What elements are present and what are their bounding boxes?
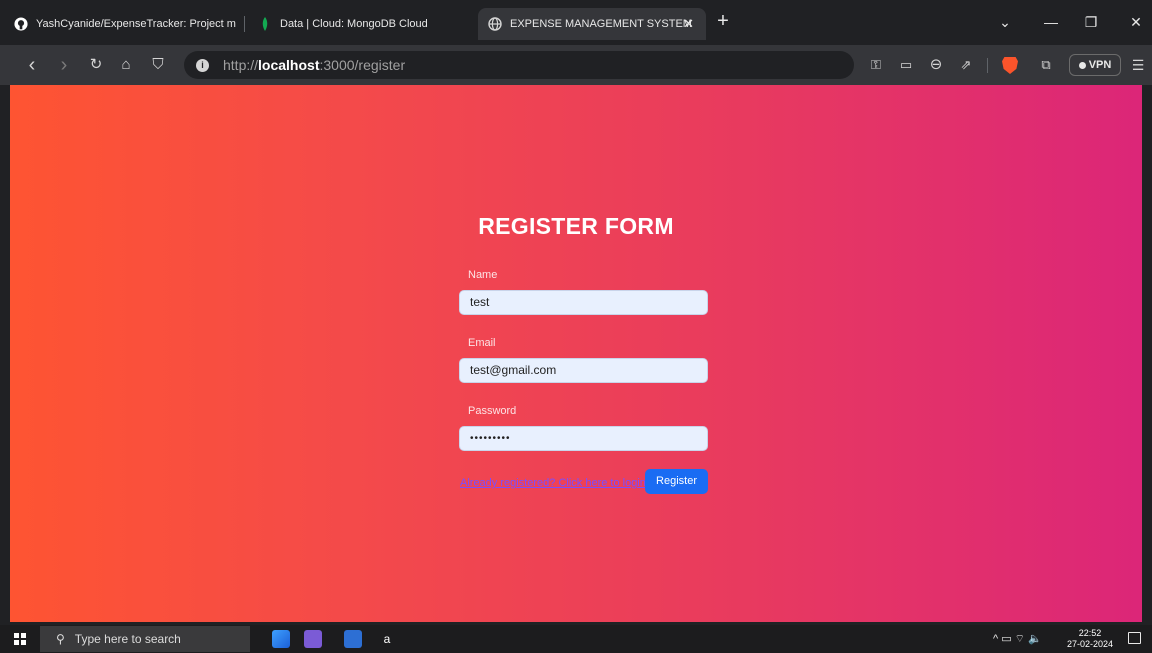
name-label: Name [468, 269, 498, 281]
register-button[interactable]: Register [645, 469, 708, 494]
forward-button[interactable]: › [52, 53, 76, 77]
vpn-button[interactable]: VPN [1069, 54, 1121, 76]
share-icon[interactable]: ⇗ [954, 53, 978, 77]
page-viewport: REGISTER FORM Name test Email test@gmail… [10, 85, 1142, 622]
system-tray-icons[interactable]: ^ ▭ ⌔ 🔈 [993, 632, 1042, 646]
tab-label: YashCyanide/ExpenseTracker: Project m [36, 18, 236, 30]
address-bar[interactable]: i http://localhost:3000/register [184, 51, 854, 79]
name-input[interactable]: test [459, 290, 708, 315]
tab-search-dropdown-icon[interactable]: ⌄ [993, 10, 1017, 34]
email-label: Email [468, 337, 496, 349]
login-link[interactable]: Already registered? Click here to login [460, 477, 646, 489]
globe-icon [488, 17, 502, 31]
system-clock[interactable]: 22:52 27-02-2024 [1067, 628, 1113, 650]
back-button[interactable]: ‹ [20, 53, 44, 77]
tab-label: EXPENSE MANAGEMENT SYSTEM [510, 18, 692, 30]
home-button[interactable]: ⌂ [114, 53, 138, 77]
menu-icon[interactable]: ☰ [1126, 53, 1150, 77]
site-info-icon[interactable]: i [196, 58, 209, 72]
browser-toolbar: ‹ › ↻ ⌂ ⛉ i http://localhost:3000/regist… [0, 45, 1152, 85]
bookmark-button[interactable]: ⛉ [146, 53, 170, 77]
url-text[interactable]: http://localhost:3000/register [223, 57, 405, 73]
minimize-button[interactable]: — [1039, 10, 1063, 34]
email-input[interactable]: test@gmail.com [459, 358, 708, 383]
new-tab-button[interactable]: + [711, 10, 735, 34]
tab-expense-management[interactable]: EXPENSE MANAGEMENT SYSTEM ✕ [478, 8, 706, 40]
password-key-icon[interactable]: ⚿ [864, 53, 888, 77]
clock-date: 27-02-2024 [1067, 639, 1114, 649]
clock-time: 22:52 [1078, 628, 1102, 638]
windows-taskbar: ⚲ Type here to search a ^ ▭ ⌔ 🔈 22:52 27… [0, 625, 1152, 653]
tab-mongodb[interactable]: Data | Cloud: MongoDB Cloud [248, 8, 468, 40]
zoom-icon[interactable]: ⊖ [924, 53, 948, 77]
github-icon [14, 17, 28, 31]
taskbar-search[interactable]: ⚲ Type here to search [40, 626, 250, 652]
tab-label: Data | Cloud: MongoDB Cloud [280, 18, 428, 30]
url-host: localhost [258, 57, 320, 73]
mongodb-leaf-icon [258, 17, 272, 31]
windows-start-icon[interactable] [14, 633, 26, 645]
reload-button[interactable]: ↻ [84, 53, 108, 77]
app-icon[interactable] [304, 630, 322, 648]
maximize-button[interactable]: ❐ [1079, 10, 1103, 34]
browser-tab-bar: YashCyanide/ExpenseTracker: Project m Da… [0, 0, 1152, 45]
url-prefix: http:// [223, 57, 259, 73]
tab-github[interactable]: YashCyanide/ExpenseTracker: Project m [4, 8, 240, 40]
form-title: REGISTER FORM [478, 213, 674, 239]
password-input[interactable]: ••••••••• [459, 426, 708, 451]
notification-icon[interactable] [1128, 632, 1141, 644]
search-placeholder: Type here to search [74, 632, 181, 646]
url-rest: :3000/register [319, 57, 406, 73]
tab-close-icon[interactable]: ✕ [683, 16, 694, 32]
vpn-status-icon [1078, 61, 1086, 69]
brave-shield-icon[interactable] [1002, 57, 1018, 74]
search-icon: ⚲ [56, 632, 65, 646]
vpn-label: VPN [1088, 59, 1112, 71]
app-icon[interactable] [344, 630, 362, 648]
vscode-app-icon[interactable] [272, 630, 290, 648]
close-window-button[interactable]: ✕ [1124, 10, 1148, 34]
cast-icon[interactable]: ▭ [894, 53, 918, 77]
extensions-icon[interactable]: ⧉ [1034, 53, 1058, 77]
toolbar-separator [987, 58, 988, 73]
tab-separator [244, 16, 245, 32]
password-label: Password [468, 405, 517, 417]
app-icon[interactable]: a [378, 630, 396, 648]
